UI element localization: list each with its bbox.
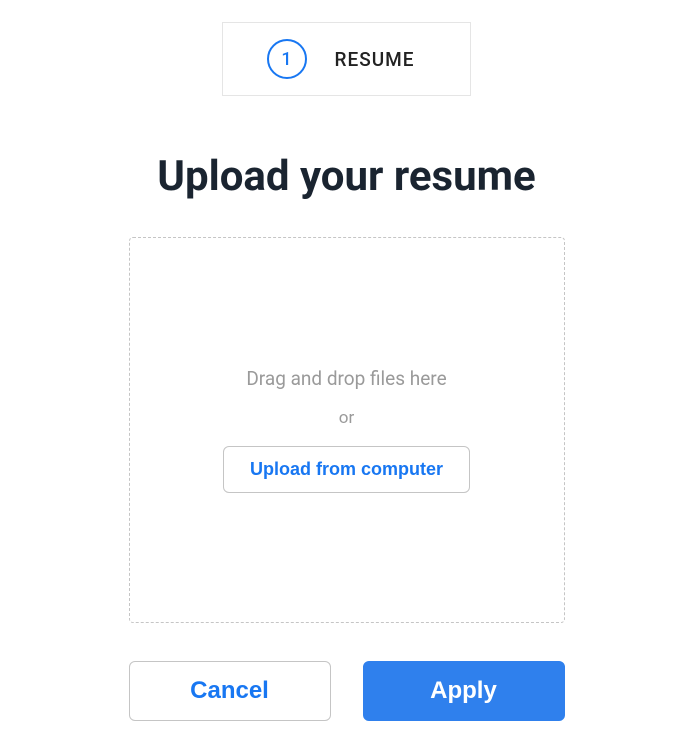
drag-drop-text: Drag and drop files here [246,367,446,390]
action-buttons: Cancel Apply [129,661,565,721]
step-number-circle: 1 [267,39,307,79]
or-separator: or [339,408,354,428]
file-dropzone[interactable]: Drag and drop files here or Upload from … [129,237,565,623]
step-number: 1 [281,49,291,70]
apply-button[interactable]: Apply [363,661,565,721]
upload-from-computer-button[interactable]: Upload from computer [223,446,470,493]
step-label: RESUME [335,48,415,71]
cancel-button[interactable]: Cancel [129,661,331,721]
step-indicator: 1 RESUME [222,22,472,96]
page-title: Upload your resume [157,152,535,201]
